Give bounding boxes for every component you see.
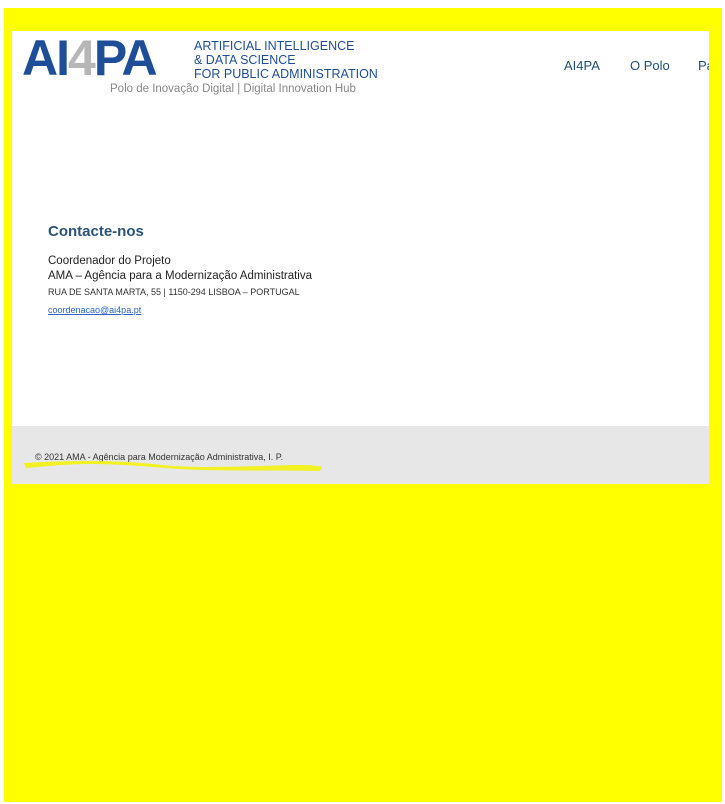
site-header: AI4PA ARTIFICIAL INTELLIGENCE & DATA SCI… [12, 31, 709, 101]
webpage: AI4PA ARTIFICIAL INTELLIGENCE & DATA SCI… [12, 31, 709, 484]
contact-organization: AMA – Agência para a Modernização Admini… [48, 270, 313, 282]
nav-item-ai4pa[interactable]: AI4PA [564, 58, 600, 74]
logo-mark: AI4PA [22, 33, 158, 83]
logo-mark-prefix: AI [22, 31, 70, 86]
nav-item-parceiros[interactable]: Pa [698, 58, 709, 74]
logo-line-1: ARTIFICIAL INTELLIGENCE [194, 39, 355, 53]
logo-tagline: Polo de Inovação Digital | Digital Innov… [110, 83, 356, 95]
contact-email-link[interactable]: coordenacao@ai4pa.pt [48, 303, 141, 317]
site-logo[interactable]: AI4PA ARTIFICIAL INTELLIGENCE & DATA SCI… [22, 33, 392, 98]
highlighter-mark [24, 461, 322, 471]
contact-title: Contacte-nos [48, 223, 144, 240]
contact-address: RUA DE SANTA MARTA, 55 | 1150-294 LISBOA… [48, 287, 300, 297]
contact-role: Coordenador do Projeto [48, 255, 171, 267]
logo-mark-suffix: PA [93, 31, 158, 86]
contact-section: Contacte-nos Coordenador do Projeto AMA … [48, 223, 648, 318]
nav-item-o-polo[interactable]: O Polo [630, 58, 670, 74]
logo-line-3: FOR PUBLIC ADMINISTRATION [194, 67, 378, 81]
logo-mark-digit: 4 [68, 31, 96, 86]
logo-line-2: & DATA SCIENCE [194, 53, 296, 67]
